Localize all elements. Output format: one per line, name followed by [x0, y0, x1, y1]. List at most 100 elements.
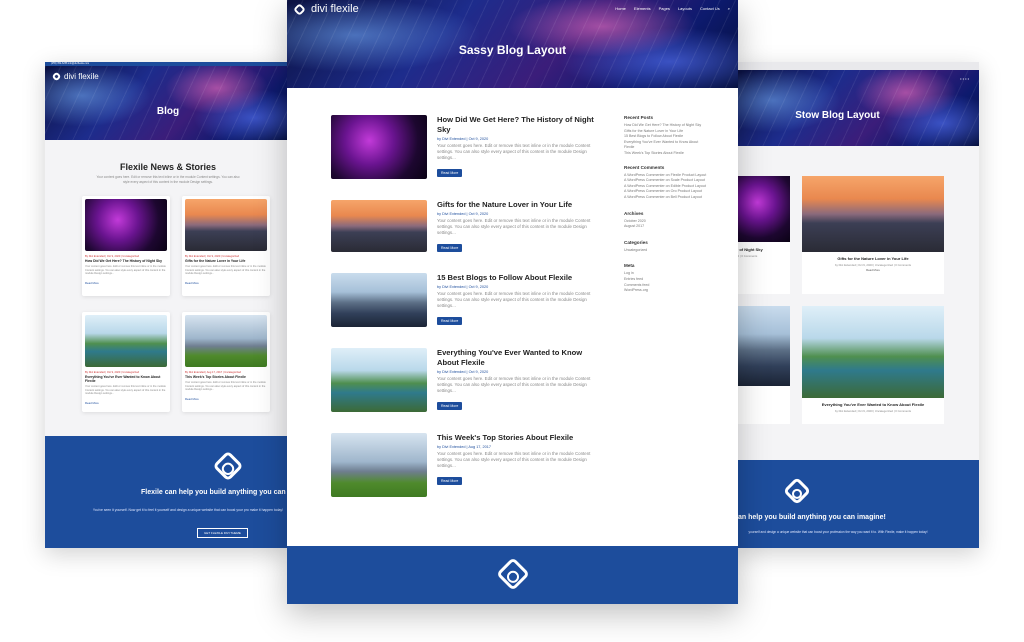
left-card-3[interactable]: By Divi Extended | Aug 17, 2017 | Uncate… [182, 312, 270, 412]
post-title[interactable]: 15 Best Blogs to Follow About Flexile [437, 273, 595, 283]
sidebar-heading-meta: Meta [624, 263, 635, 269]
right-card-title[interactable]: Everything You've Ever Wanted to Know Ab… [802, 402, 944, 407]
post-title[interactable]: This Week's Top Stories About Flexile [437, 433, 595, 443]
sidebar-heading-categories: Categories [624, 239, 648, 245]
right-footer-text: yourself and design a unique website tha… [748, 530, 928, 534]
right-card-meta: by Divi Extended | Oct 9, 2020 | Uncateg… [834, 263, 912, 267]
right-card-1[interactable]: Everything You've Ever Wanted to Know Ab… [802, 306, 944, 424]
nav-layouts[interactable]: Layouts [678, 6, 692, 11]
center-logo-text: divi flexile [311, 3, 359, 15]
nav-elements[interactable]: Elements [634, 6, 651, 11]
left-card-excerpt: Your content goes here. Edit or remove t… [85, 385, 166, 396]
post-meta: by Divi Extended | Oct 9, 2020 [437, 370, 489, 374]
right-card-image [802, 176, 944, 252]
nav-home[interactable]: Home [615, 6, 626, 11]
left-card-excerpt: Your content goes here. Edit or remove t… [185, 265, 266, 276]
read-more-button[interactable]: Read More [437, 402, 463, 410]
divi-logo-icon [51, 71, 62, 82]
left-card-readmore[interactable]: Read More [185, 281, 267, 285]
left-card-title[interactable]: Everything You've Ever Wanted to Know Ab… [85, 375, 167, 383]
left-card-0[interactable]: By Divi Extended | Oct 9, 2020 | Uncateg… [82, 196, 170, 296]
left-card-2[interactable]: By Divi Extended | Oct 9, 2020 | Uncateg… [82, 312, 170, 412]
post-excerpt: Your content goes here. Edit or remove t… [437, 376, 591, 393]
left-card-1[interactable]: By Divi Extended | Oct 9, 2020 | Uncateg… [182, 196, 270, 296]
right-card-meta: by Divi Extended | Oct 9, 2020 | Uncateg… [834, 409, 912, 413]
left-card-title[interactable]: This Week's Top Stories About Flexile [185, 375, 267, 379]
left-card-title[interactable]: How Did We Get Here? The History of Nigh… [85, 259, 167, 263]
nav-contact[interactable]: Contact Us [700, 6, 720, 11]
center-nav: Home Elements Pages Layouts Contact Us ⌕ [615, 6, 730, 11]
left-page-preview: (255) 352-6258 info@diviflexile.com divi… [45, 62, 291, 548]
left-card-meta: By Divi Extended | Oct 9, 2020 | Uncateg… [85, 371, 140, 374]
left-footer-button[interactable]: GET FLEXILE DIVI THEME [197, 528, 248, 538]
center-hero-title: Sassy Blog Layout [458, 43, 567, 57]
sidebar-heading-recent-posts: Recent Posts [624, 115, 654, 120]
left-card-readmore[interactable]: Read More [85, 281, 167, 285]
sidebar-link[interactable]: Everything You've Ever Wanted to Know Ab… [624, 140, 708, 151]
center-logo[interactable]: divi flexile [293, 2, 359, 16]
divi-logo-icon [293, 2, 306, 16]
read-more-button[interactable]: Read More [437, 169, 463, 177]
blog-post: 15 Best Blogs to Follow About Flexile by… [331, 273, 595, 327]
right-footer-heading: an help you build anything you can imagi… [738, 514, 886, 521]
left-card-excerpt: Your content goes here. Edit or remove t… [185, 381, 266, 392]
sidebar-link[interactable]: August 2017 [624, 224, 708, 230]
right-partial-meta: ed | 0 Comments [736, 254, 758, 258]
right-card-image [802, 306, 944, 398]
blog-post: How Did We Get Here? The History of Nigh… [331, 115, 595, 179]
center-footer [287, 546, 738, 604]
left-card-image [85, 315, 167, 367]
right-card-0[interactable]: Gifts for the Nature Lover in Your Life … [802, 176, 944, 294]
post-image[interactable] [331, 348, 427, 412]
right-card-readmore[interactable]: Read More [802, 268, 944, 272]
post-excerpt: Your content goes here. Edit or remove t… [437, 218, 591, 235]
post-image[interactable] [331, 115, 427, 179]
post-title[interactable]: Gifts for the Nature Lover in Your Life [437, 200, 595, 210]
flexile-logo-icon [212, 450, 244, 482]
right-partial-title: y of Night Sky [736, 247, 763, 252]
post-image[interactable] [331, 200, 427, 252]
right-partial-image [736, 176, 790, 242]
flexile-logo-icon [782, 476, 812, 506]
read-more-button[interactable]: Read More [437, 317, 463, 325]
blog-sidebar: Recent Posts How Did We Get Here? The Hi… [624, 115, 708, 294]
center-page-preview: divi flexile Home Elements Pages Layouts… [287, 0, 738, 604]
post-meta: by Divi Extended | Oct 9, 2020 [437, 285, 489, 289]
left-card-title[interactable]: Gifts for the Nature Lover in Your Life [185, 259, 267, 263]
left-section-title: Flexile News & Stories [119, 162, 217, 172]
left-card-readmore[interactable]: Read More [85, 401, 167, 405]
blog-post: This Week's Top Stories About Flexile by… [331, 433, 595, 497]
post-title[interactable]: Everything You've Ever Wanted to Know Ab… [437, 348, 595, 368]
right-footer: an help you build anything you can imagi… [736, 460, 979, 548]
read-more-button[interactable]: Read More [437, 477, 463, 485]
post-meta: by Divi Extended | Oct 9, 2020 [437, 212, 489, 216]
right-card-title[interactable]: Gifts for the Nature Lover in Your Life [802, 256, 944, 261]
right-browser-bar [736, 62, 979, 70]
right-partial-card-2 [736, 306, 790, 424]
left-card-readmore[interactable]: Read More [185, 397, 267, 401]
blog-post: Everything You've Ever Wanted to Know Ab… [331, 348, 595, 412]
post-image[interactable] [331, 433, 427, 497]
right-nav: • • • • [960, 76, 969, 81]
sidebar-link[interactable]: Uncategorized [624, 248, 708, 254]
sidebar-link[interactable]: WordPress.org [624, 288, 708, 294]
nav-pages[interactable]: Pages [659, 6, 670, 11]
post-image[interactable] [331, 273, 427, 327]
sidebar-link[interactable]: A WordPress Commenter on Bell Product La… [624, 195, 708, 201]
sidebar-link[interactable]: How Did We Get Here? The History of Nigh… [624, 123, 708, 129]
read-more-button[interactable]: Read More [437, 244, 463, 252]
left-logo[interactable]: divi flexile [51, 71, 99, 82]
left-footer-text: You've seen it yourself. Now get it to f… [92, 508, 284, 512]
right-hero-title: Stow Blog Layout [795, 110, 880, 121]
search-icon[interactable]: ⌕ [728, 6, 730, 11]
left-card-meta: By Divi Extended | Oct 9, 2020 | Uncateg… [85, 255, 140, 258]
sidebar-link[interactable]: A WordPress Commenter on Scale Product L… [624, 178, 708, 184]
left-footer-heading: Flexile can help you build anything you … [141, 489, 290, 496]
sidebar-link[interactable]: This Week's Top Stories About Flexile [624, 151, 708, 157]
post-excerpt: Your content goes here. Edit or remove t… [437, 143, 591, 160]
left-card-meta: By Divi Extended | Oct 9, 2020 | Uncateg… [185, 255, 240, 258]
sidebar-heading-archives: Archives [624, 210, 644, 216]
right-partial-card: y of Night Sky ed | 0 Comments [736, 176, 790, 294]
post-title[interactable]: How Did We Get Here? The History of Nigh… [437, 115, 595, 135]
post-meta: by Divi Extended | Aug 17, 2017 [437, 445, 491, 449]
